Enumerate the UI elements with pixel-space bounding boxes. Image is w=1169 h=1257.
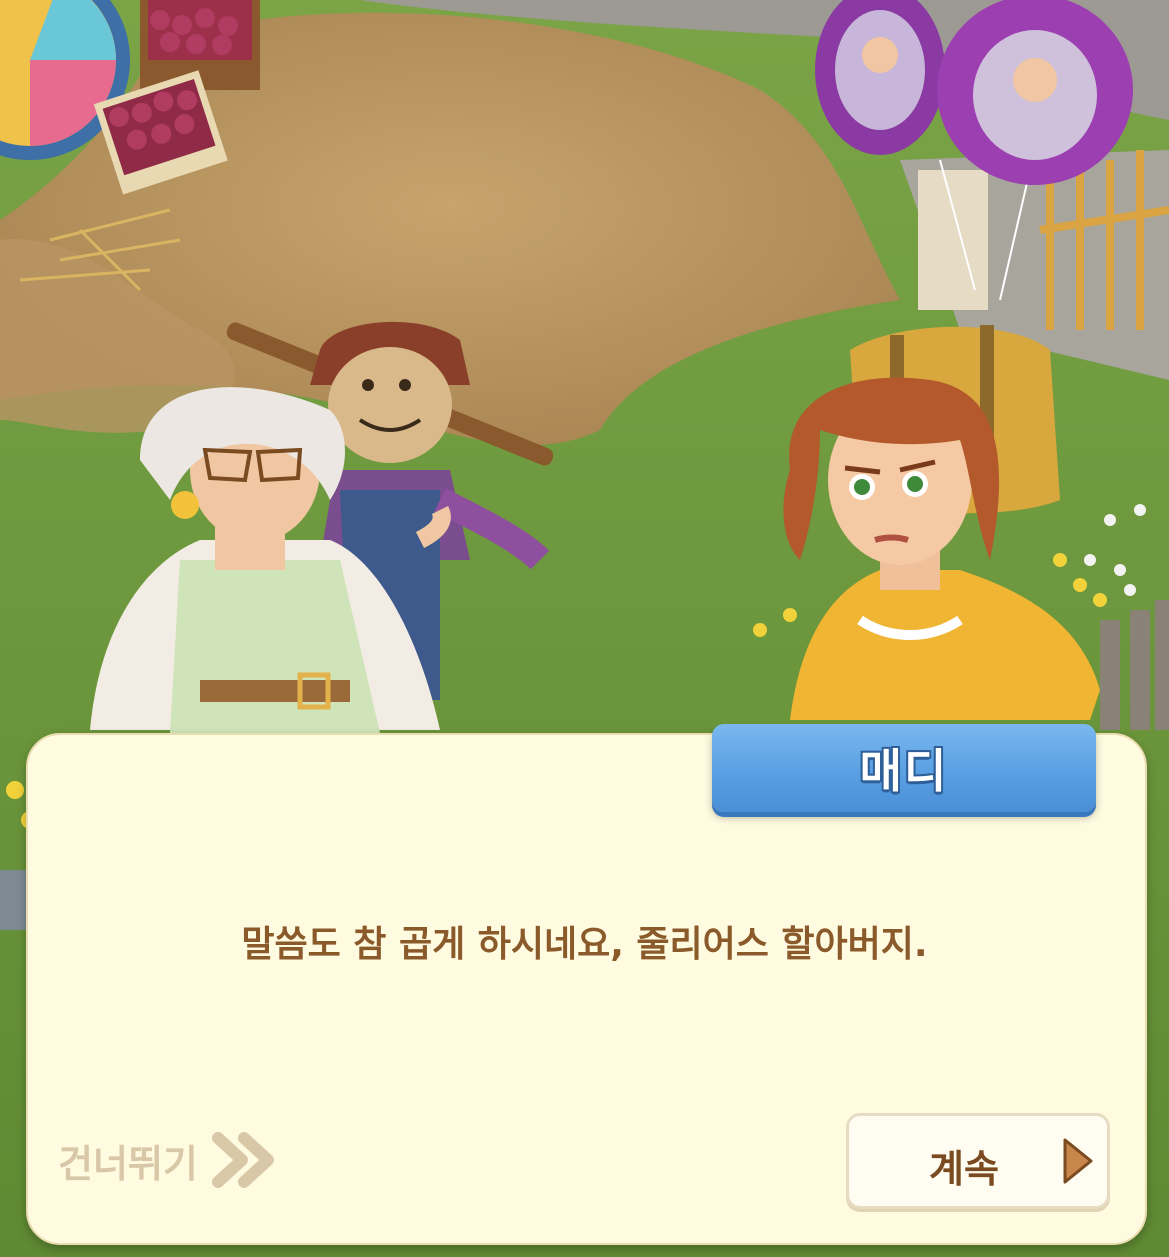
skip-button[interactable]: 건너뛰기 xyxy=(58,1128,276,1192)
game-screen: 매디 말씀도 참 곱게 하시네요, 줄리어스 할아버지. 건너뛰기 계속 xyxy=(0,0,1169,1257)
dialog-message: 말씀도 참 곱게 하시네요, 줄리어스 할아버지. xyxy=(241,924,928,965)
skip-label: 건너뛰기 xyxy=(58,1141,198,1186)
triangle-right-icon xyxy=(1061,1136,1095,1190)
continue-label: 계속 xyxy=(929,1147,999,1191)
continue-button[interactable]: 계속 xyxy=(846,1113,1110,1209)
speaker-nameplate: 매디 xyxy=(712,724,1096,812)
speaker-name: 매디 xyxy=(859,744,949,798)
double-chevron-right-icon xyxy=(211,1132,276,1188)
